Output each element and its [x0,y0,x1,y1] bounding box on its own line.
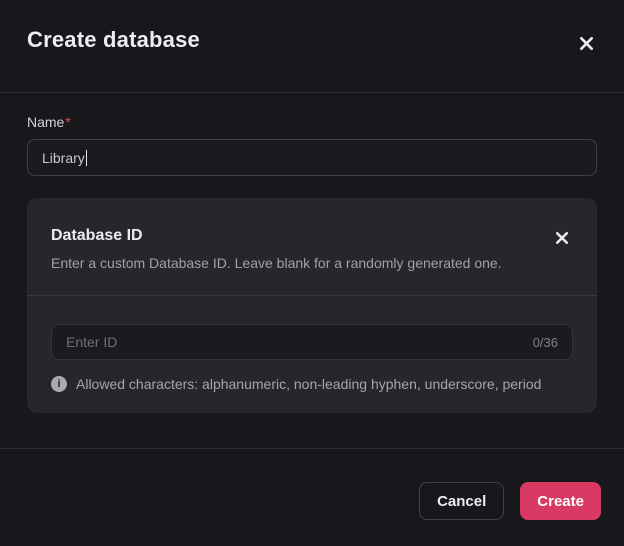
required-marker: * [65,114,71,130]
modal-header: Create database [0,0,624,93]
page-title: Create database [27,27,200,52]
database-id-card: Database ID Enter a custom Database ID. … [27,198,597,413]
modal-body: Name* Library Database ID Enter a custom… [0,93,624,448]
allowed-characters-hint: i Allowed characters: alphanumeric, non-… [51,374,573,394]
text-caret [85,149,87,166]
allowed-characters-text: Allowed characters: alphanumeric, non-le… [76,376,542,392]
info-icon: i [51,376,67,392]
name-field-label: Name* [27,113,597,131]
database-id-description: Enter a custom Database ID. Leave blank … [51,255,502,271]
name-label-text: Name [27,114,65,130]
modal-footer: Cancel Create [0,448,624,546]
database-id-card-text: Database ID Enter a custom Database ID. … [51,225,502,273]
database-id-card-body: Enter ID 0/36 i Allowed characters: alph… [27,296,597,413]
create-button[interactable]: Create [520,482,601,520]
name-input[interactable]: Library [27,139,597,176]
char-counter: 0/36 [532,334,558,350]
database-id-placeholder: Enter ID [66,334,118,350]
name-input-value: Library [42,149,85,166]
database-id-input[interactable]: Enter ID 0/36 [51,324,573,360]
create-database-modal: Create database Name* Library Database I… [0,0,624,546]
database-id-title: Database ID [51,227,143,244]
close-icon [555,231,569,248]
database-id-card-header: Database ID Enter a custom Database ID. … [27,198,597,296]
close-icon [579,37,594,54]
database-id-card-close-button[interactable] [551,227,573,249]
modal-close-button[interactable] [575,32,598,55]
cancel-button[interactable]: Cancel [419,482,505,520]
